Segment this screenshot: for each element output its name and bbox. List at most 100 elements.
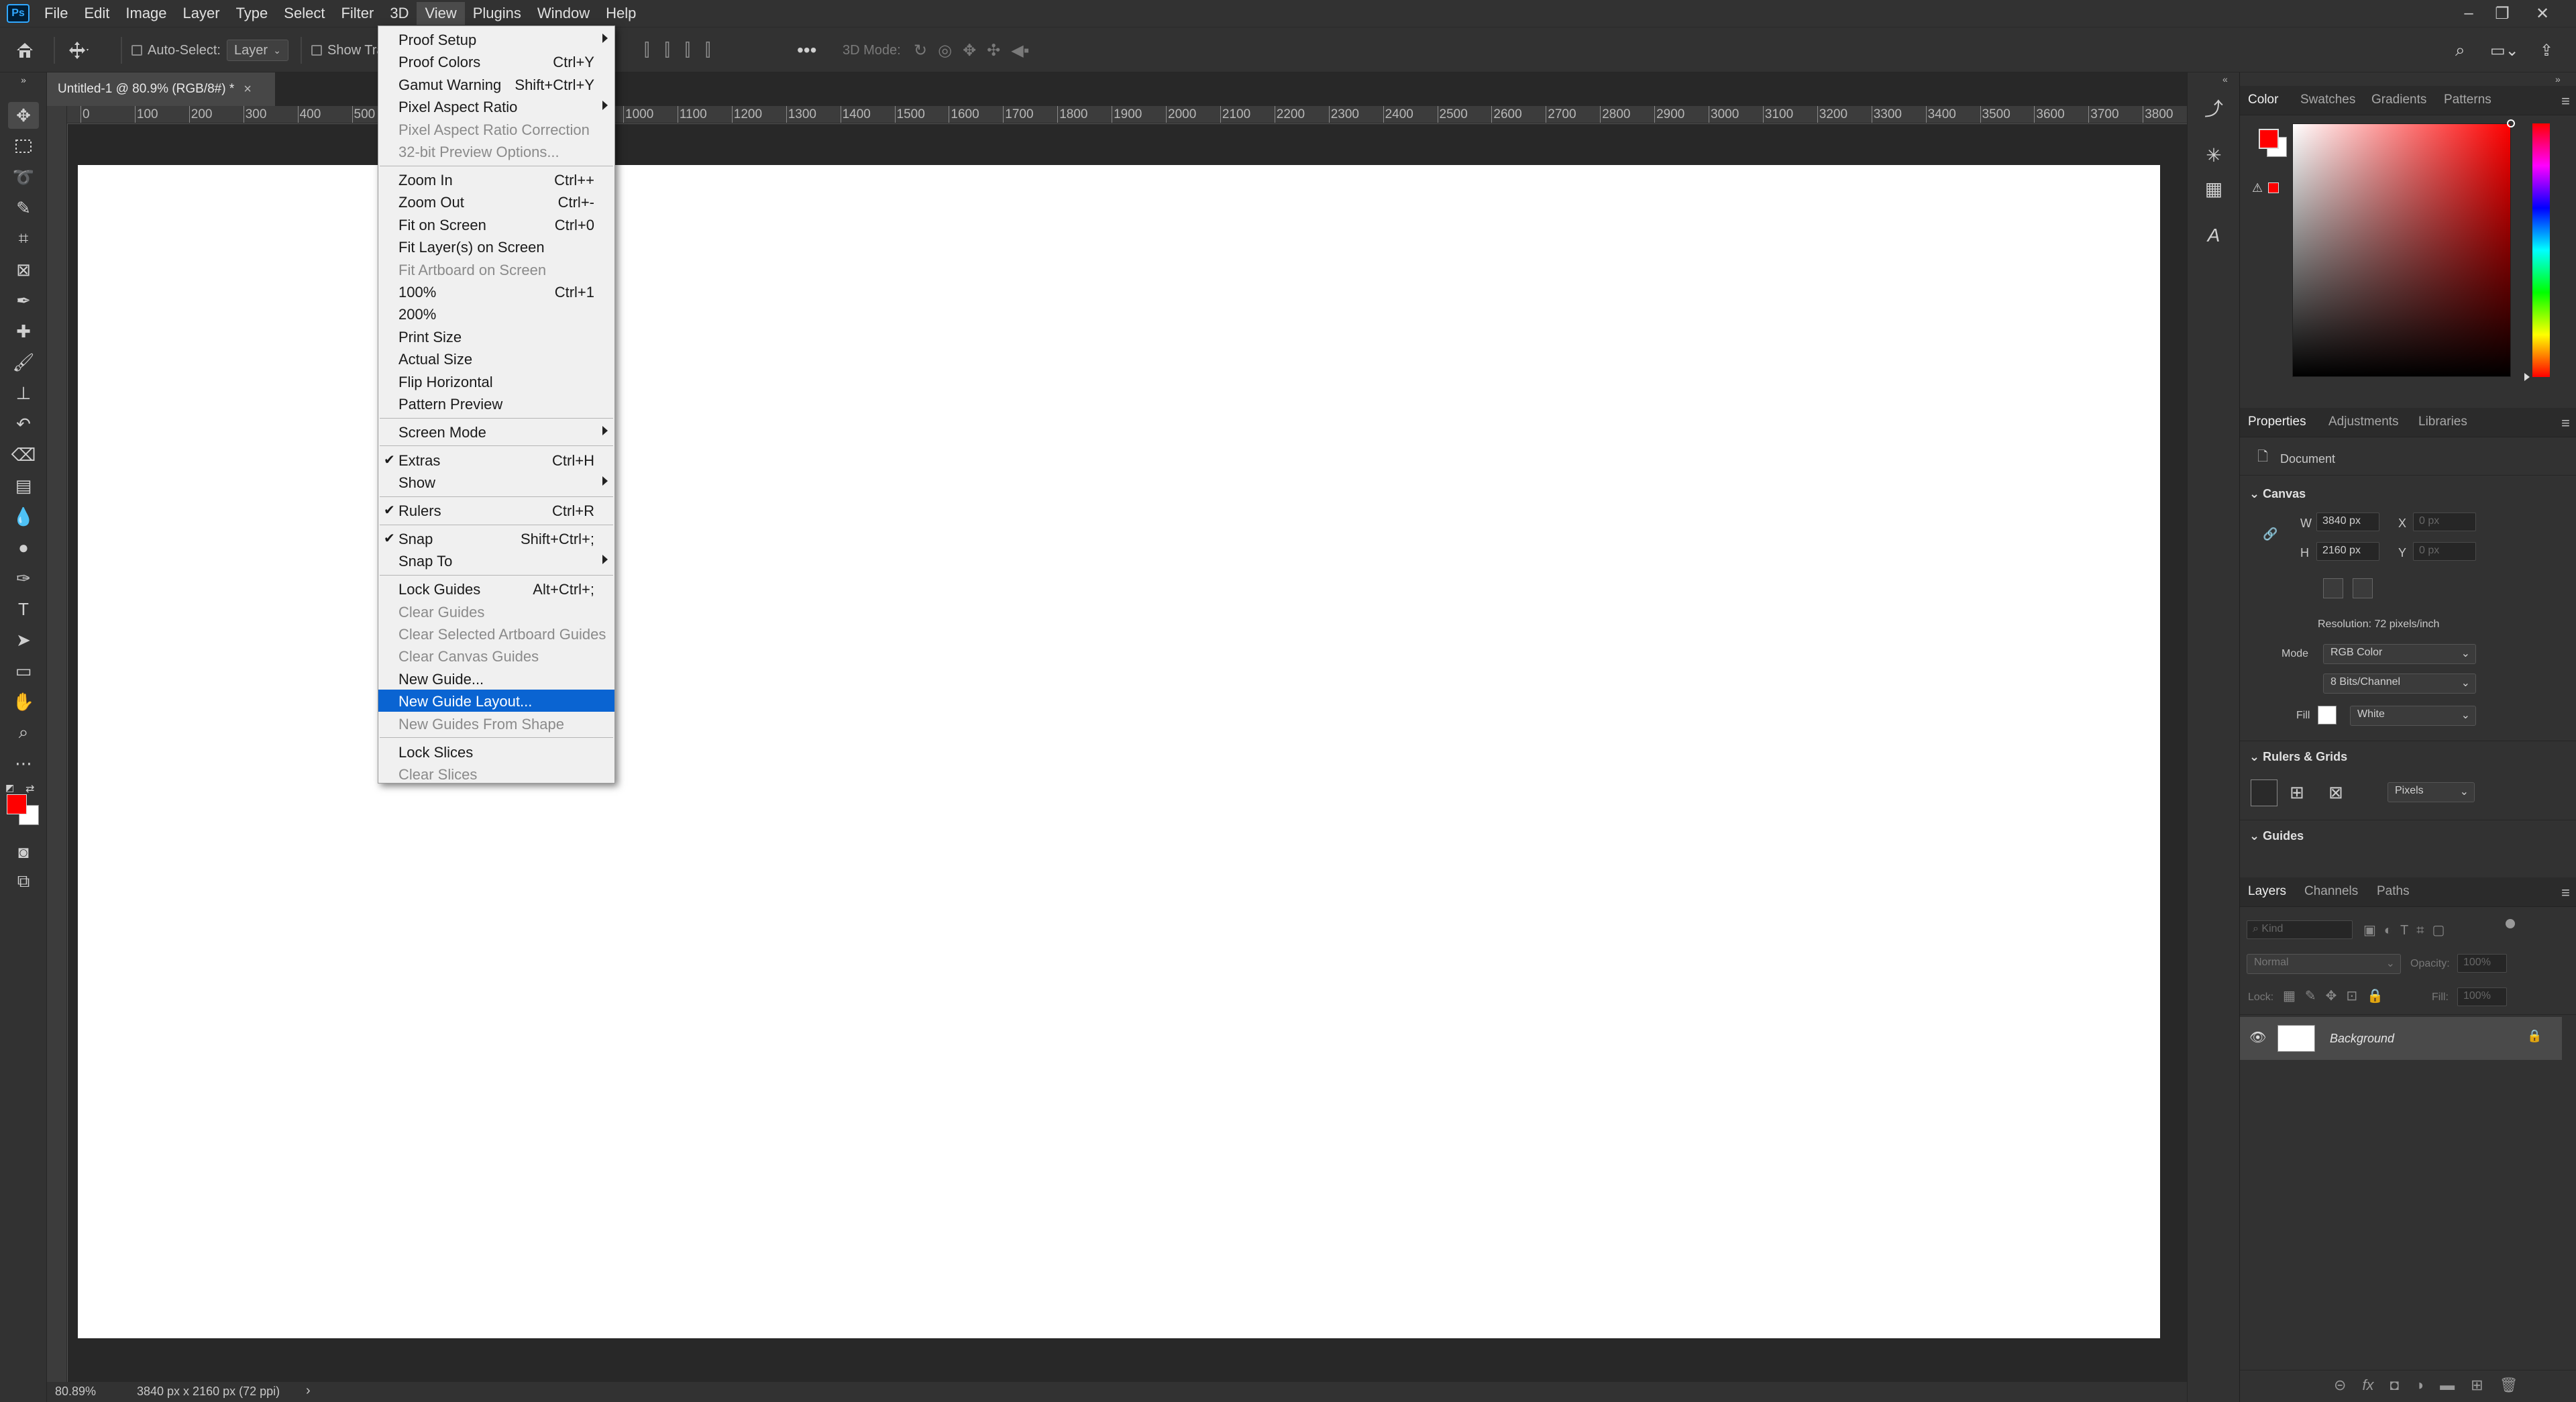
- menu-edit[interactable]: Edit: [76, 2, 117, 25]
- path-selection-tool-icon[interactable]: ➤: [8, 627, 39, 653]
- quick-mask-icon[interactable]: ◙: [8, 839, 39, 865]
- tab-channels[interactable]: Channels: [2304, 884, 2358, 899]
- align-right-icon[interactable]: ⫿: [685, 40, 690, 61]
- blur-tool-icon[interactable]: 💧: [8, 503, 39, 530]
- menu-item-fit-layer-s-on-screen[interactable]: Fit Layer(s) on Screen: [378, 235, 614, 258]
- more-options-icon[interactable]: •••: [797, 37, 816, 64]
- menu-item-lock-slices[interactable]: Lock Slices: [378, 741, 614, 763]
- menu-select[interactable]: Select: [276, 2, 333, 25]
- zoom-level[interactable]: 80.89%: [55, 1385, 96, 1399]
- swap-colors-icon[interactable]: ⇄: [25, 782, 34, 796]
- filter-toggle-icon[interactable]: [2506, 919, 2515, 928]
- menu-item-extras[interactable]: ✔ Extras Ctrl+H: [378, 449, 614, 471]
- group-icon[interactable]: ▬: [2440, 1377, 2455, 1394]
- canvas-section-toggle[interactable]: ⌄ Canvas: [2249, 487, 2306, 501]
- mask-icon[interactable]: ◘: [2390, 1377, 2399, 1394]
- tab-color[interactable]: Color: [2248, 93, 2278, 107]
- hue-slider[interactable]: [2532, 123, 2550, 377]
- auto-select-target-dropdown[interactable]: Layer ⌄: [227, 40, 288, 61]
- character-panel-icon[interactable]: A: [2200, 221, 2228, 250]
- menu-item-rulers[interactable]: ✔ Rulers Ctrl+R: [378, 499, 614, 521]
- 3d-scale-icon[interactable]: ◀▪: [1011, 41, 1029, 60]
- history-panel-icon[interactable]: ⤴: [2200, 94, 2228, 122]
- tab-adjustments[interactable]: Adjustments: [2328, 415, 2399, 429]
- menu-item-zoom-out[interactable]: Zoom Out Ctrl+-: [378, 191, 614, 213]
- menu-item-100[interactable]: 100% Ctrl+1: [378, 280, 614, 303]
- clone-stamp-tool-icon[interactable]: ⊥: [8, 380, 39, 407]
- 3d-roll-icon[interactable]: ◎: [938, 41, 952, 60]
- tab-properties[interactable]: Properties: [2248, 415, 2306, 429]
- menu-3d[interactable]: 3D: [382, 2, 417, 25]
- menu-item-snap[interactable]: ✔ Snap Shift+Ctrl+;: [378, 527, 614, 549]
- menu-item-fit-on-screen[interactable]: Fit on Screen Ctrl+0: [378, 213, 614, 235]
- 3d-pan-icon[interactable]: ✥: [963, 41, 976, 60]
- bit-depth-dropdown[interactable]: 8 Bits/Channel ⌄: [2323, 673, 2476, 694]
- canvas-x-field[interactable]: 0 px: [2413, 513, 2476, 531]
- search-icon[interactable]: ⌕: [2455, 37, 2465, 64]
- fx-icon[interactable]: fx: [2362, 1377, 2373, 1394]
- history-brush-tool-icon[interactable]: ↶: [8, 411, 39, 437]
- menu-filter[interactable]: Filter: [333, 2, 382, 25]
- menu-item-flip-horizontal[interactable]: Flip Horizontal: [378, 370, 614, 392]
- new-layer-icon[interactable]: ⊞: [2471, 1377, 2483, 1394]
- blend-mode-dropdown[interactable]: Normal ⌄: [2247, 954, 2401, 974]
- canvas-y-field[interactable]: 0 px: [2413, 542, 2476, 561]
- menu-item-screen-mode[interactable]: Screen Mode: [378, 421, 614, 443]
- rectangle-tool-icon[interactable]: ▭: [8, 657, 39, 684]
- vertical-ruler[interactable]: [47, 106, 67, 1387]
- menu-item-gamut-warning[interactable]: Gamut Warning Shift+Ctrl+Y: [378, 73, 614, 95]
- restore-icon[interactable]: ❐: [2482, 0, 2522, 27]
- canvas-width-field[interactable]: 3840 px: [2316, 513, 2379, 531]
- tab-patterns[interactable]: Patterns: [2444, 93, 2491, 107]
- frame-tool-icon[interactable]: ⊠: [8, 256, 39, 283]
- quick-selection-tool-icon[interactable]: ✎: [8, 195, 39, 221]
- color-panel-foreground-swatch[interactable]: [2259, 129, 2279, 149]
- guides-section-toggle[interactable]: ⌄ Guides: [2249, 829, 2304, 843]
- hue-slider-handle[interactable]: [2524, 373, 2530, 381]
- foreground-color-swatch[interactable]: [7, 794, 27, 814]
- menu-item-zoom-in[interactable]: Zoom In Ctrl++: [378, 168, 614, 191]
- gamut-warning-icon[interactable]: ⚠: [2252, 181, 2263, 195]
- menu-item-lock-guides[interactable]: Lock Guides Alt+Ctrl+;: [378, 578, 614, 600]
- layer-kind-filter[interactable]: ⌕ Kind: [2247, 920, 2353, 939]
- share-icon[interactable]: ⇪: [2540, 37, 2553, 64]
- menu-plugins[interactable]: Plugins: [465, 2, 529, 25]
- menu-item-pixel-aspect-ratio[interactable]: Pixel Aspect Ratio: [378, 95, 614, 117]
- gradient-tool-icon[interactable]: ▤: [8, 472, 39, 499]
- menu-item-pattern-preview[interactable]: Pattern Preview: [378, 392, 614, 415]
- align-center-icon[interactable]: ⫿: [664, 40, 669, 61]
- color-mode-dropdown[interactable]: RGB Color ⌄: [2323, 644, 2476, 664]
- tab-layers[interactable]: Layers: [2248, 884, 2286, 899]
- show-transform-checkbox[interactable]: [311, 45, 322, 56]
- distribute-icon[interactable]: ⫿: [705, 40, 710, 61]
- adjustment-icon[interactable]: ◑: [2415, 1377, 2424, 1394]
- menu-item-proof-colors[interactable]: Proof Colors Ctrl+Y: [378, 50, 614, 72]
- hand-tool-icon[interactable]: ✋: [8, 688, 39, 715]
- menu-item-snap-to[interactable]: Snap To: [378, 549, 614, 572]
- tab-gradients[interactable]: Gradients: [2371, 93, 2426, 107]
- menu-item-new-guide[interactable]: New Guide...: [378, 667, 614, 690]
- fill-dropdown[interactable]: White ⌄: [2350, 706, 2476, 726]
- layer-row[interactable]: 👁 Background 🔒: [2240, 1017, 2562, 1060]
- home-icon[interactable]: [15, 37, 35, 64]
- 3d-slide-icon[interactable]: ✣: [987, 41, 1000, 60]
- rulers-toggle-icon[interactable]: [2251, 779, 2277, 806]
- ruler-units-dropdown[interactable]: Pixels ⌄: [2387, 782, 2475, 802]
- 3d-orbit-icon[interactable]: ↻: [914, 41, 927, 60]
- menu-item-new-guide-layout[interactable]: New Guide Layout...: [378, 690, 614, 712]
- fill-color-swatch[interactable]: [2318, 706, 2337, 724]
- expand-panels-icon[interactable]: «: [2222, 74, 2228, 85]
- edit-toolbar-icon[interactable]: ⋯: [8, 750, 39, 777]
- dodge-tool-icon[interactable]: ●: [8, 534, 39, 561]
- menu-item-actual-size[interactable]: Actual Size: [378, 347, 614, 370]
- color-field[interactable]: [2292, 123, 2511, 377]
- move-tool-icon[interactable]: ✥: [8, 102, 39, 129]
- tab-libraries[interactable]: Libraries: [2418, 415, 2467, 429]
- menu-view[interactable]: View: [417, 2, 465, 25]
- opacity-field[interactable]: 100%: [2457, 954, 2507, 973]
- histogram-icon[interactable]: ▦: [2200, 174, 2228, 203]
- landscape-orientation-icon[interactable]: [2353, 578, 2373, 598]
- menu-type[interactable]: Type: [228, 2, 276, 25]
- crop-tool-icon[interactable]: ⌗: [8, 225, 39, 252]
- default-colors-icon[interactable]: ◩: [5, 782, 14, 794]
